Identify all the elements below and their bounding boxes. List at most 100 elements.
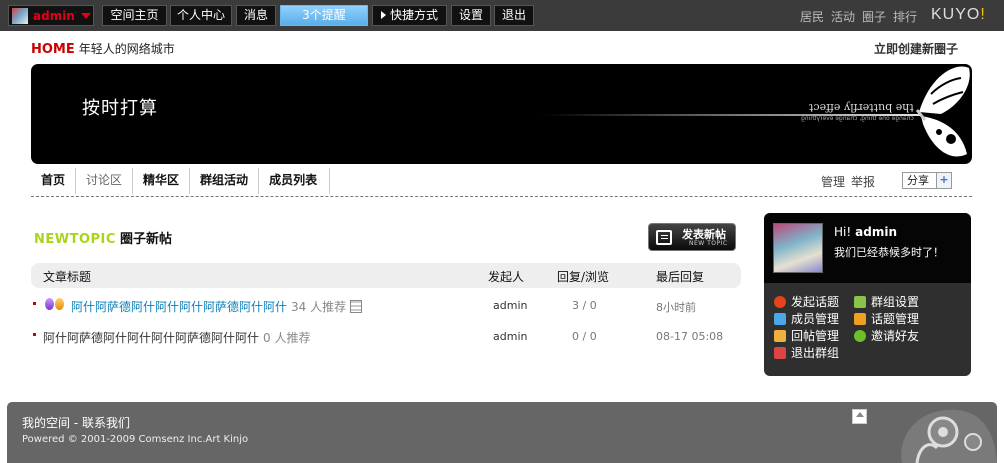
brand-bang: ! — [980, 6, 986, 23]
heart-icon — [774, 296, 786, 308]
invite-friends-label: 邀请好友 — [871, 329, 920, 343]
topic-manage-link[interactable]: 话题管理 — [854, 310, 919, 327]
members-icon — [774, 313, 786, 325]
nav-personal-center[interactable]: 个人中心 — [170, 5, 232, 26]
brand-logo[interactable]: KUYO! — [931, 6, 986, 24]
group-title: 按时打算 — [82, 98, 158, 119]
pencil-icon — [854, 313, 866, 325]
topic-author[interactable]: admin — [493, 299, 527, 312]
nav-reminders[interactable]: 3个提醒 — [280, 5, 368, 26]
sidebar-welcome: Hi! admin 我们已经恭候多时了！ — [764, 213, 971, 283]
divider — [31, 196, 972, 197]
contact-link[interactable]: - 联系我们 — [74, 416, 130, 430]
link-activities[interactable]: 活动 — [831, 8, 855, 25]
col-last-reply: 最后回复 — [656, 270, 705, 284]
col-author: 发起人 — [488, 270, 525, 284]
group-settings-label: 群组设置 — [871, 295, 920, 309]
table-row[interactable]: 阿什阿萨德阿什阿什阿什阿萨德阿什阿什 0 人推荐 admin 0 / 0 08-1… — [31, 324, 741, 348]
footer: 我的空间 - 联系我们 Powered © 2001-2009 Comsenz … — [7, 402, 997, 463]
topic-last-reply: 8小时前 — [656, 301, 696, 314]
site-tagline: 年轻人的网络城市 — [78, 42, 175, 56]
plus-icon: + — [936, 173, 951, 188]
top-nav-bar: admin 空间主页 个人中心 消息 3个提醒 快捷方式 设置 退出 居民 活动… — [0, 0, 1004, 31]
reply-manage-link[interactable]: 回帖管理 — [774, 327, 839, 344]
back-to-top-button[interactable] — [852, 409, 867, 424]
greeting-name[interactable]: admin — [855, 225, 897, 239]
group-settings-link[interactable]: 群组设置 — [854, 293, 919, 310]
topic-title-link[interactable]: 阿什阿萨德阿什阿什阿什阿萨德阿什阿什 0 人推荐 — [43, 329, 310, 346]
nav-messages[interactable]: 消息 — [236, 5, 276, 26]
share-button[interactable]: 分享 + — [902, 172, 952, 189]
tab-home[interactable]: 首页 — [31, 168, 77, 194]
topic-table-header: 文章标题 发起人 回复/浏览 最后回复 — [31, 263, 741, 288]
pencil-icon — [774, 330, 786, 342]
quick-label: 快捷方式 — [389, 8, 438, 22]
invite-friends-link[interactable]: 邀请好友 — [854, 327, 919, 344]
share-label: 分享 — [907, 174, 929, 187]
nav-logout[interactable]: 退出 — [494, 5, 534, 26]
topic-title: 阿什阿萨德阿什阿什阿什阿萨德阿什阿什 — [71, 300, 288, 314]
topic-author[interactable]: admin — [493, 330, 527, 343]
orange-egg-icon — [55, 298, 64, 310]
group-sidebar: Hi! admin 我们已经恭候多时了！ 发起话题 群组设置 成员管理 话题管理 … — [764, 213, 971, 376]
tab-member-list[interactable]: 成员列表 — [259, 168, 331, 194]
manage-link[interactable]: 管理 — [821, 175, 845, 189]
member-manage-label: 成员管理 — [791, 312, 840, 326]
link-rankings[interactable]: 排行 — [893, 8, 917, 25]
tab-featured[interactable]: 精华区 — [133, 168, 191, 194]
copyright: Powered © 2001-2009 Comsenz Inc.Art Kinj… — [22, 434, 249, 445]
start-topic-link[interactable]: 发起话题 — [774, 293, 839, 310]
group-banner: 按时打算 the butterfly effect change one thi… — [31, 64, 972, 164]
col-title: 文章标题 — [43, 270, 92, 284]
mascot-icon — [901, 409, 997, 463]
nav-quick-shortcuts[interactable]: 快捷方式 — [372, 5, 447, 26]
topic-manage-label: 话题管理 — [871, 312, 920, 326]
edit-icon — [656, 230, 672, 245]
section-title-cn: 圈子新帖 — [119, 232, 172, 247]
image-attachment-icon — [350, 300, 363, 313]
exit-icon — [774, 347, 786, 359]
group-admin-actions: 管理 举报 — [821, 173, 881, 190]
purple-egg-icon — [45, 298, 54, 310]
new-topic-button[interactable]: 发表新帖 NEW TOPIC — [648, 223, 736, 251]
greeting: Hi! admin — [834, 225, 897, 239]
arrow-right-icon — [380, 11, 386, 19]
user-name: admin — [33, 8, 75, 23]
welcome-message: 我们已经恭候多时了！ — [834, 246, 944, 259]
tab-discussion[interactable]: 讨论区 — [76, 168, 134, 194]
col-replies-views: 回复/浏览 — [557, 270, 610, 284]
chevron-down-icon — [80, 12, 91, 19]
nav-space-home[interactable]: 空间主页 — [102, 5, 167, 26]
butterfly-effect-subtext: change one thing, change everything — [801, 115, 914, 122]
recommend-count: 0 人推荐 — [263, 331, 311, 345]
bullet-icon — [33, 302, 36, 305]
section-title: NEWTOPIC 圈子新帖 — [34, 228, 172, 247]
footer-links: 我的空间 - 联系我们 — [22, 414, 130, 431]
user-menu[interactable]: admin — [8, 5, 94, 26]
member-manage-link[interactable]: 成员管理 — [774, 310, 839, 327]
tab-group-activities[interactable]: 群组活动 — [190, 168, 260, 194]
table-row[interactable]: 阿什阿萨德阿什阿什阿什阿萨德阿什阿什 34 人推荐 admin 3 / 0 8小时… — [31, 293, 741, 317]
topic-title-link[interactable]: 阿什阿萨德阿什阿什阿什阿萨德阿什阿什 34 人推荐 — [71, 298, 363, 315]
new-topic-sublabel: NEW TOPIC — [689, 240, 728, 247]
report-link[interactable]: 举报 — [851, 175, 875, 189]
leave-group-link[interactable]: 退出群组 — [774, 344, 839, 361]
reply-manage-label: 回帖管理 — [791, 329, 840, 343]
create-group-link[interactable]: 立即创建新圈子 — [874, 40, 958, 57]
greeting-hi: Hi! — [834, 225, 852, 239]
avatar[interactable] — [773, 223, 823, 273]
topic-stats: 0 / 0 — [572, 330, 597, 343]
topic-badges — [45, 298, 65, 311]
user-avatar-icon — [12, 7, 28, 24]
nav-settings[interactable]: 设置 — [451, 5, 491, 26]
my-space-link[interactable]: 我的空间 — [22, 416, 70, 430]
topic-stats: 3 / 0 — [572, 299, 597, 312]
settings-icon — [854, 296, 866, 308]
link-circles[interactable]: 圈子 — [862, 8, 886, 25]
start-topic-label: 发起话题 — [791, 295, 840, 309]
link-residents[interactable]: 居民 — [800, 8, 824, 25]
topic-last-reply: 08-17 05:08 — [656, 330, 724, 343]
section-title-en: NEWTOPIC — [34, 232, 116, 247]
home-link[interactable]: HOME — [31, 42, 75, 57]
brand-text: KUYO — [931, 6, 981, 23]
